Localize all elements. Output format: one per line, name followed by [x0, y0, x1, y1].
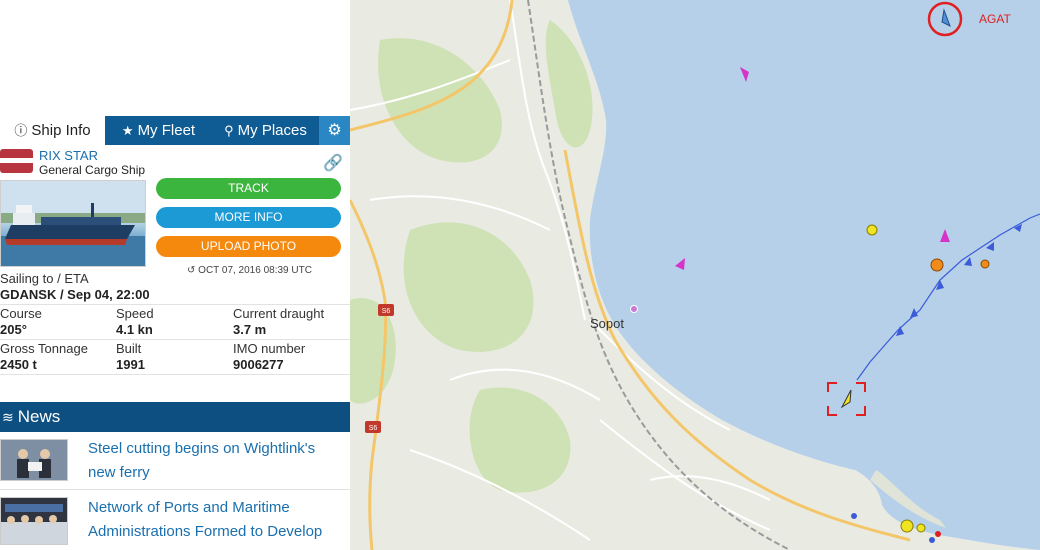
ship-type: General Cargo Ship [39, 163, 146, 177]
vessel-marker[interactable] [930, 258, 944, 272]
draught-value: 3.7 m [233, 322, 267, 337]
imo-value: 9006277 [233, 357, 284, 372]
course-value: 205° [0, 322, 27, 337]
svg-text:S6: S6 [369, 425, 378, 432]
road-shield: S6 [378, 304, 394, 316]
news-item-link[interactable]: Steel cutting begins on Wightlink's new … [88, 437, 346, 485]
history-icon: ↺ [187, 265, 199, 276]
gross-tonnage-label: Gross Tonnage [0, 341, 88, 356]
draught-label: Current draught [233, 306, 325, 321]
vessel-marker[interactable] [900, 519, 914, 533]
link-icon[interactable]: 🔗 [323, 153, 343, 173]
built-label: Built [116, 341, 142, 356]
road-shield: S6 [365, 421, 381, 433]
speed-label: Speed [116, 306, 154, 321]
svg-text:S6: S6 [382, 308, 391, 315]
imo-label: IMO number [233, 341, 306, 356]
track-button[interactable]: TRACK [156, 178, 341, 199]
vessel-marker[interactable] [929, 537, 935, 543]
voyage-label: Sailing to / ETA [0, 271, 89, 286]
vessel-marker[interactable] [866, 224, 878, 236]
tab-my-places[interactable]: ⚲ My Places [212, 116, 319, 145]
panel-tabs: ⓘ Ship Info ★ My Fleet ⚲ My Places ⚙ [0, 116, 350, 145]
star-icon: ★ [121, 123, 134, 138]
news-thumbnail[interactable] [0, 497, 68, 545]
town-label: Sopot [590, 316, 624, 331]
divider [0, 304, 350, 305]
ship-info-panel: ⓘ Ship Info ★ My Fleet ⚲ My Places ⚙ RIX ST… [0, 0, 350, 550]
course-label: Course [0, 306, 42, 321]
vessel-marker[interactable] [916, 523, 926, 533]
gross-tonnage-value: 2450 t [0, 357, 37, 372]
poi-marker[interactable] [630, 305, 638, 313]
map-view[interactable]: S6 S6 Sopot AGAT [350, 0, 1040, 550]
tab-ship-info[interactable]: ⓘ Ship Info [0, 116, 105, 145]
ship-name-link[interactable]: RIX STAR [39, 148, 98, 163]
map-canvas[interactable]: S6 S6 Sopot AGAT [350, 0, 1040, 550]
latvia-flag-icon [0, 149, 33, 173]
voyage-value: GDANSK / Sep 04, 22:00 [0, 287, 150, 302]
built-value: 1991 [116, 357, 145, 372]
news-thumbnail[interactable] [0, 439, 68, 481]
divider [0, 489, 350, 490]
ship-photo[interactable] [0, 180, 146, 267]
vessel-marker[interactable] [980, 259, 990, 269]
map-pin-icon: ⚲ [224, 123, 234, 138]
divider [0, 339, 350, 340]
news-header: ≋ News [0, 402, 350, 432]
tab-my-fleet[interactable]: ★ My Fleet [105, 116, 212, 145]
settings-gear-button[interactable]: ⚙ [319, 116, 350, 145]
vessel-label: AGAT [979, 12, 1011, 26]
upload-photo-button[interactable]: UPLOAD PHOTO [156, 236, 341, 257]
vessel-marker[interactable] [851, 513, 857, 519]
news-item-link[interactable]: Network of Ports and Maritime Administra… [88, 496, 346, 544]
more-info-button[interactable]: MORE INFO [156, 207, 341, 228]
vessel-marker[interactable] [935, 531, 941, 537]
speed-value: 4.1 kn [116, 322, 153, 337]
divider [0, 374, 350, 375]
rss-icon: ≋ [2, 409, 14, 425]
photo-date: ↺ OCT 07, 2016 08:39 UTC [187, 265, 312, 276]
info-icon: ⓘ [14, 123, 28, 138]
gear-icon: ⚙ [327, 122, 342, 139]
